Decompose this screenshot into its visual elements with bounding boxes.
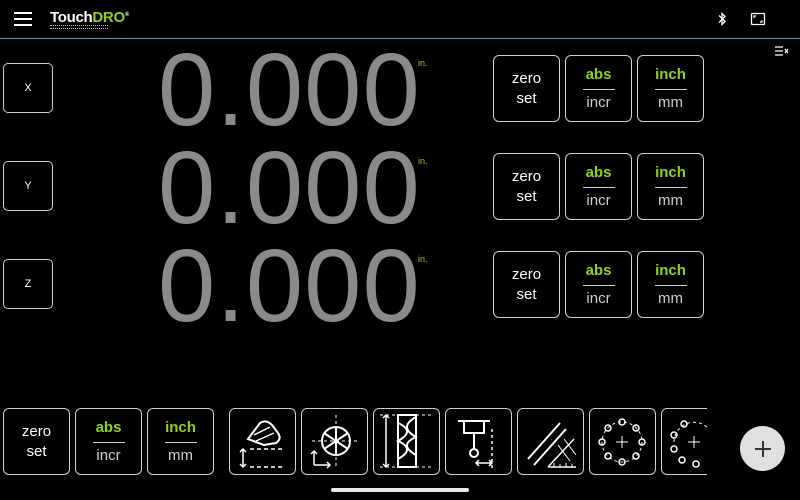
global-set-label: set — [26, 442, 47, 460]
bolt-circle-icon — [598, 418, 646, 466]
divider — [654, 88, 687, 90]
app-logo: TouchDRO® — [50, 9, 129, 26]
divider — [654, 284, 687, 286]
tool-offset-button[interactable] — [229, 408, 296, 475]
mm-label: mm — [658, 191, 683, 209]
global-abs-incr-toggle[interactable]: abs incr — [75, 408, 142, 475]
logo-text-dro: DRO — [92, 9, 125, 26]
axis-x-readout: 0.000 — [158, 32, 421, 147]
global-incr-label: incr — [96, 446, 121, 464]
bolt-circle-button[interactable] — [589, 408, 656, 475]
add-button[interactable] — [740, 426, 785, 471]
axis-z-abs-incr-toggle[interactable]: abs incr — [565, 251, 632, 318]
logo-text-touch: Touch — [50, 9, 93, 26]
angled-line-button[interactable] — [517, 408, 584, 475]
axis-z-inch-mm-toggle[interactable]: inch mm — [637, 251, 704, 318]
axis-label: X — [24, 82, 32, 94]
global-abs-label: abs — [95, 418, 122, 436]
zero-label: zero — [511, 69, 542, 87]
edge-finder-button[interactable] — [445, 408, 512, 475]
edge-finder-icon — [458, 420, 494, 469]
set-label: set — [516, 89, 537, 107]
set-label: set — [516, 285, 537, 303]
axis-y-abs-incr-toggle[interactable]: abs incr — [565, 153, 632, 220]
axis-x-zero-set-button[interactable]: zero set — [493, 55, 560, 122]
divider — [582, 186, 615, 188]
axis-z-button[interactable]: Z — [3, 259, 53, 309]
end-mill-icon — [380, 413, 432, 469]
fullscreen-icon[interactable] — [750, 11, 766, 27]
global-zero-set-button[interactable]: zero set — [3, 408, 70, 475]
axis-z-zero-set-button[interactable]: zero set — [493, 251, 560, 318]
incr-label: incr — [586, 93, 611, 111]
inch-label: inch — [655, 163, 686, 181]
logo-ruler-decoration — [50, 25, 108, 29]
side-panel-icon[interactable] — [775, 46, 789, 56]
tool-offset-icon — [239, 420, 284, 469]
axis-y-button[interactable]: Y — [3, 161, 53, 211]
axis-y-unit: in. — [418, 156, 428, 166]
set-label: set — [516, 187, 537, 205]
bolt-arc-button[interactable] — [661, 408, 707, 475]
mm-label: mm — [658, 93, 683, 111]
axis-z-readout: 0.000 — [158, 228, 421, 343]
axis-y-readout: 0.000 — [158, 130, 421, 245]
divider — [654, 186, 687, 188]
inch-label: inch — [655, 65, 686, 83]
center-finder-button[interactable] — [301, 408, 368, 475]
divider — [582, 88, 615, 90]
logo-registered-mark: ® — [124, 12, 129, 18]
axis-z-unit: in. — [418, 254, 428, 264]
tool-strip[interactable] — [229, 400, 707, 485]
abs-label: abs — [585, 261, 612, 279]
global-inch-mm-toggle[interactable]: inch mm — [147, 408, 214, 475]
bluetooth-icon[interactable] — [714, 11, 730, 27]
axis-x-unit: in. — [418, 58, 428, 68]
inch-label: inch — [655, 261, 686, 279]
home-indicator[interactable] — [331, 488, 469, 492]
global-zero-label: zero — [21, 422, 52, 440]
angled-line-icon — [527, 422, 577, 468]
hamburger-menu-icon[interactable] — [14, 12, 32, 26]
axis-x-button[interactable]: X — [3, 63, 53, 113]
axis-y-inch-mm-toggle[interactable]: inch mm — [637, 153, 704, 220]
divider — [164, 441, 197, 443]
axis-label: Z — [24, 278, 32, 290]
abs-label: abs — [585, 65, 612, 83]
global-inch-label: inch — [165, 418, 196, 436]
incr-label: incr — [586, 191, 611, 209]
zero-label: zero — [511, 265, 542, 283]
axis-x-inch-mm-toggle[interactable]: inch mm — [637, 55, 704, 122]
divider — [92, 441, 125, 443]
mm-label: mm — [658, 289, 683, 307]
incr-label: incr — [586, 289, 611, 307]
plus-icon — [754, 440, 771, 457]
abs-label: abs — [585, 163, 612, 181]
center-finder-icon — [310, 415, 360, 469]
bolt-arc-icon — [670, 420, 707, 468]
global-mm-label: mm — [168, 446, 193, 464]
end-mill-button[interactable] — [373, 408, 440, 475]
divider — [582, 284, 615, 286]
axis-y-zero-set-button[interactable]: zero set — [493, 153, 560, 220]
axis-x-abs-incr-toggle[interactable]: abs incr — [565, 55, 632, 122]
zero-label: zero — [511, 167, 542, 185]
axis-label: Y — [24, 180, 32, 192]
